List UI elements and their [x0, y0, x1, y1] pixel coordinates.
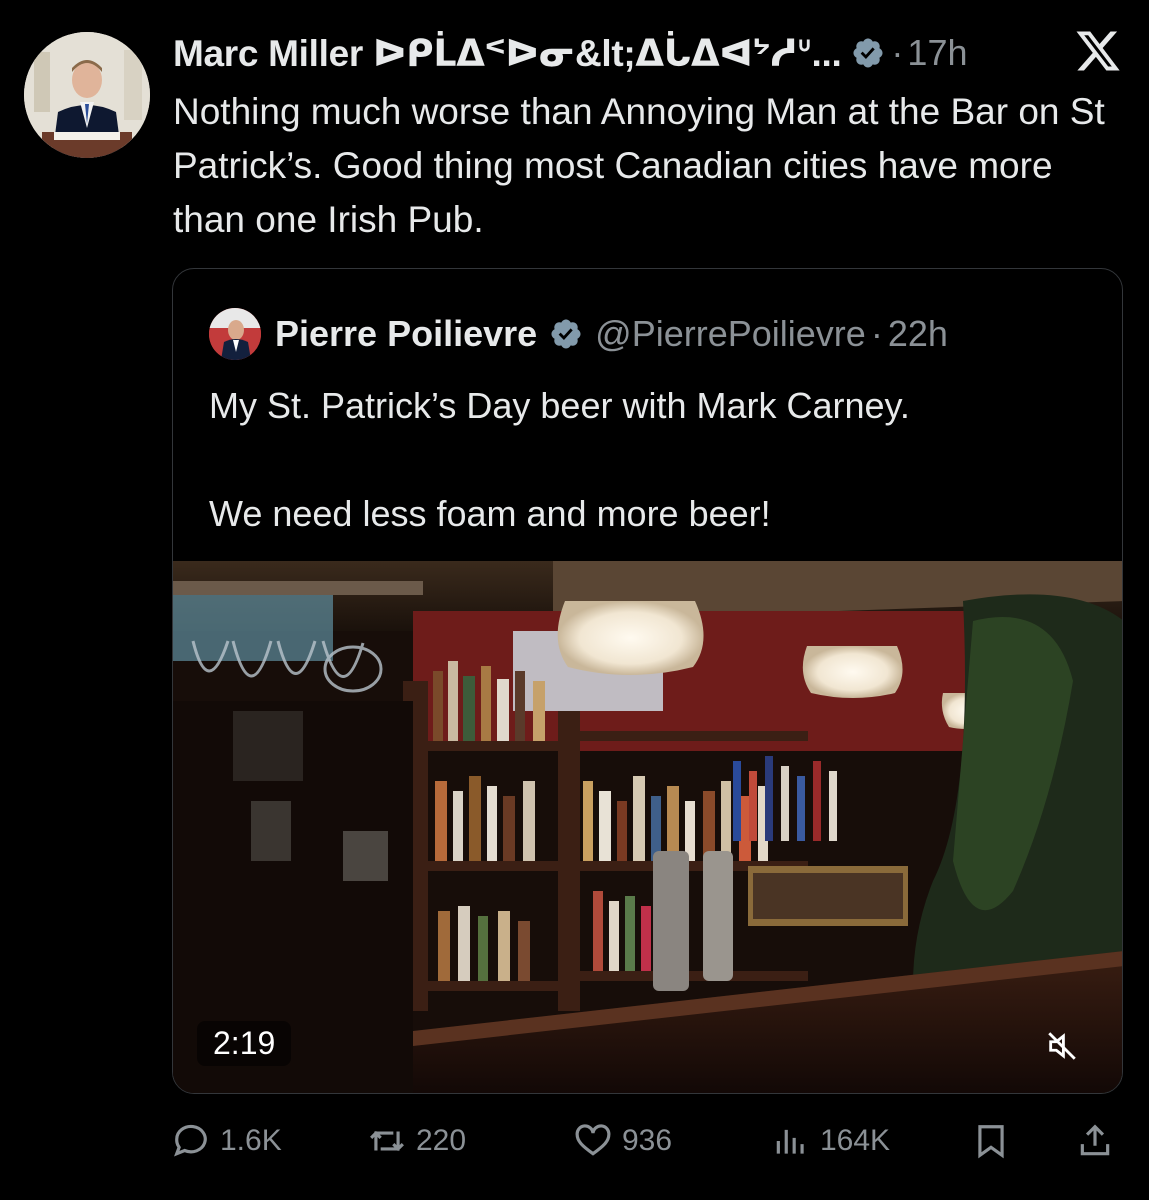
tweet-header: Marc Miller ᐅᑭᒫᐃᑉᐅᓂ&lt;ᐃᒑᐃᐊᔾᓱᐡ... · 17h [173, 28, 968, 78]
author-avatar[interactable] [24, 32, 150, 158]
reply-icon [174, 1124, 207, 1157]
quoted-tweet-time[interactable]: 22h [888, 313, 948, 355]
repost-icon [370, 1130, 404, 1152]
views-icon [776, 1129, 804, 1154]
quoted-tweet-text: My St. Patrick’s Day beer with Mark Carn… [209, 379, 1089, 541]
like-icon [575, 1124, 611, 1156]
reply-button[interactable]: 1.6K [172, 1116, 282, 1166]
views-button[interactable]: 164K [772, 1116, 890, 1166]
like-button[interactable]: 936 [574, 1116, 672, 1166]
reply-count: 1.6K [220, 1124, 282, 1157]
verified-icon [853, 38, 883, 68]
quoted-tweet-header: Pierre Poilievre @PierrePoilievre · 22h [209, 308, 948, 360]
bookmark-icon [978, 1125, 1004, 1159]
x-logo-icon[interactable] [1074, 27, 1122, 75]
header-separator: · [891, 32, 904, 73]
verified-icon [551, 319, 581, 349]
quoted-text-line-2: We need less foam and more beer! [209, 493, 771, 534]
tweet-text: Nothing much worse than Annoying Man at … [173, 91, 1105, 240]
video-duration: 2:19 [197, 1021, 292, 1066]
tweet-time[interactable]: 17h [907, 32, 967, 74]
video-thumbnail [173, 561, 1122, 1093]
quoted-author-handle[interactable]: @PierrePoilievre [595, 313, 866, 355]
quoted-text-line-1: My St. Patrick’s Day beer with Mark Carn… [209, 385, 910, 426]
share-icon [1080, 1124, 1110, 1156]
repost-count: 220 [416, 1124, 467, 1157]
tweet-action-bar: 1.6K 220 936 164K [172, 1116, 1122, 1166]
quoted-tweet[interactable]: Pierre Poilievre @PierrePoilievre · 22h … [172, 268, 1123, 1094]
quoted-author-avatar[interactable] [209, 308, 261, 360]
share-button[interactable] [1076, 1116, 1114, 1166]
quoted-header-separator: · [870, 313, 883, 354]
author-name[interactable]: Marc Miller ᐅᑭᒫᐃᑉᐅᓂ&lt;ᐃᒑᐃᐊᔾᓱᐡ... [173, 32, 842, 75]
bookmark-button[interactable] [972, 1116, 1010, 1166]
repost-button[interactable]: 220 [368, 1116, 466, 1166]
view-count: 164K [820, 1124, 891, 1157]
mute-icon[interactable] [1045, 1029, 1079, 1063]
quoted-author-name[interactable]: Pierre Poilievre [275, 313, 537, 355]
like-count: 936 [622, 1124, 673, 1157]
video-player[interactable]: 2:19 [173, 561, 1122, 1093]
